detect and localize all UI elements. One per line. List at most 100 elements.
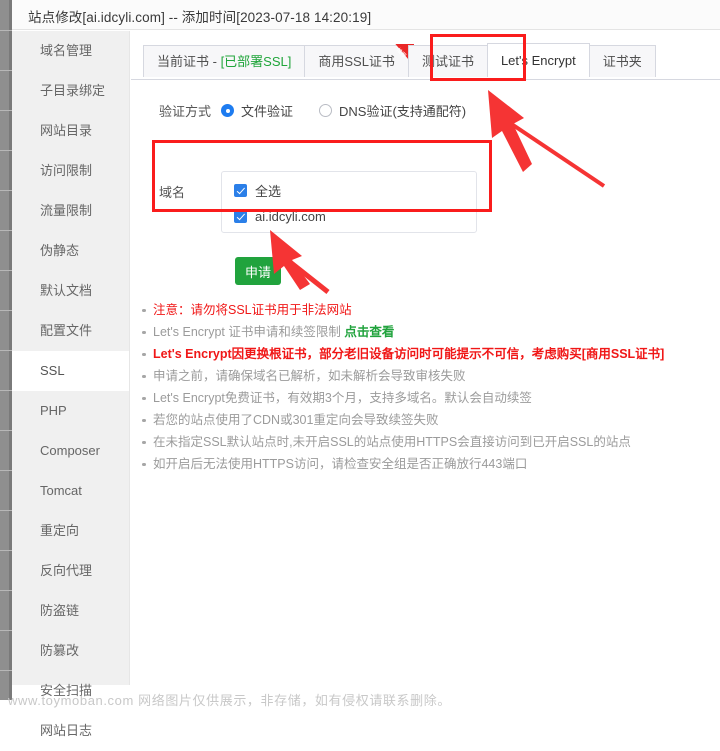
tab-label: 商用SSL证书 xyxy=(318,54,395,69)
strip-line xyxy=(0,350,12,351)
radio-icon[interactable] xyxy=(319,104,333,117)
note-item-3: 申请之前，请确保域名已解析，如未解析会导致审核失败 xyxy=(135,365,715,387)
sidebar-item-9[interactable]: PHP xyxy=(12,391,129,431)
sidebar-item-12[interactable]: 重定向 xyxy=(12,511,129,551)
strip-line xyxy=(0,590,12,591)
notes-list: 注意：请勿将SSL证书用于非法网站 Let's Encrypt 证书申请和续签限制… xyxy=(135,299,715,475)
domain-checkbox-0[interactable]: 全选 xyxy=(234,181,476,200)
strip-line xyxy=(0,470,12,471)
sidebar-item-5[interactable]: 伪静态 xyxy=(12,231,129,271)
watermark: www.toymoban.com 网络图片仅供展示，非存储，如有侵权请联系删除。 xyxy=(8,693,451,708)
radio-icon[interactable] xyxy=(221,104,234,117)
strip-line xyxy=(0,190,12,191)
checkbox-icon[interactable] xyxy=(234,184,247,197)
radio-label: 文件验证 xyxy=(241,104,294,119)
tab-label: 测试证书 xyxy=(421,54,474,69)
note-text: Let's Encrypt免费证书，有效期3个月，支持多域名。默认会自动续签 xyxy=(153,391,532,405)
tab-0[interactable]: 当前证书 - [已部署SSL] xyxy=(143,45,306,77)
tab-label: 当前证书 - xyxy=(157,54,221,69)
sidebar-item-label: 防盗链 xyxy=(40,603,80,618)
sidebar-item-4[interactable]: 流量限制 xyxy=(12,191,129,231)
background-page-strip xyxy=(0,0,12,713)
note-item-0: 注意：请勿将SSL证书用于非法网站 xyxy=(135,299,715,321)
strip-line xyxy=(0,230,12,231)
sidebar-item-13[interactable]: 反向代理 xyxy=(12,551,129,591)
note-link[interactable]: 点击查看 xyxy=(344,325,394,339)
note-item-5: 若您的站点使用了CDN或301重定向会导致续签失败 xyxy=(135,409,715,431)
strip-line xyxy=(0,270,12,271)
sidebar-item-label: 防篡改 xyxy=(40,643,80,658)
strip-line xyxy=(0,430,12,431)
note-item-6: 在未指定SSL默认站点时,未开启SSL的站点使用HTTPS会直接访问到已开启SS… xyxy=(135,431,715,453)
tab-status-suffix: [已部署SSL] xyxy=(220,54,292,69)
sidebar-item-label: Tomcat xyxy=(40,483,82,498)
sidebar-item-10[interactable]: Composer xyxy=(12,431,129,471)
note-text: 申请之前，请确保域名已解析，如未解析会导致审核失败 xyxy=(153,369,466,383)
sidebar-item-8[interactable]: SSL xyxy=(12,351,129,391)
sidebar-item-15[interactable]: 防篡改 xyxy=(12,631,129,671)
tabs-underline xyxy=(131,79,720,80)
strip-line xyxy=(0,70,12,71)
verify-method-row: 验证方式 文件验证 DNS验证(支持通配符) xyxy=(159,101,492,120)
strip-line xyxy=(0,510,12,511)
sidebar-item-label: Composer xyxy=(40,443,100,458)
sidebar-item-label: 流量限制 xyxy=(40,203,93,218)
tab-label: 证书夹 xyxy=(602,54,642,69)
sidebar-item-0[interactable]: 域名管理 xyxy=(12,31,129,71)
note-text: Let's Encrypt因更换根证书，部分老旧设备访问时可能提示不可信，考虑购… xyxy=(153,347,665,361)
strip-line xyxy=(0,110,12,111)
note-item-4: Let's Encrypt免费证书，有效期3个月，支持多域名。默认会自动续签 xyxy=(135,387,715,409)
strip-line xyxy=(0,390,12,391)
sidebar-item-label: 默认文档 xyxy=(40,283,93,298)
note-text: 注意：请勿将SSL证书用于非法网站 xyxy=(153,303,352,317)
sidebar-item-14[interactable]: 防盗链 xyxy=(12,591,129,631)
sidebar-item-label: 网站目录 xyxy=(40,123,93,138)
tab-4[interactable]: 证书夹 xyxy=(588,45,656,77)
checkbox-label: 全选 xyxy=(255,184,282,199)
strip-line xyxy=(0,630,12,631)
note-text: 在未指定SSL默认站点时,未开启SSL的站点使用HTTPS会直接访问到已开启SS… xyxy=(153,435,631,449)
strip-line xyxy=(0,310,12,311)
note-item-2: Let's Encrypt因更换根证书，部分老旧设备访问时可能提示不可信，考虑购… xyxy=(135,343,715,365)
tab-3[interactable]: Let's Encrypt xyxy=(486,43,590,77)
tab-1[interactable]: 商用SSL证书 推荐 xyxy=(304,44,414,77)
checkbox-icon[interactable] xyxy=(234,210,247,223)
sidebar-item-1[interactable]: 子目录绑定 xyxy=(12,71,129,111)
sidebar-item-3[interactable]: 访问限制 xyxy=(12,151,129,191)
note-text: Let's Encrypt 证书申请和续签限制 xyxy=(153,325,345,339)
sidebar-item-2[interactable]: 网站目录 xyxy=(12,111,129,151)
verify-radio-0[interactable]: 文件验证 xyxy=(221,101,293,120)
verify-radio-1[interactable]: DNS验证(支持通配符) xyxy=(319,101,466,120)
sidebar-item-label: PHP xyxy=(40,403,67,418)
domain-checkbox-group: 全选 ai.idcyli.com xyxy=(221,171,477,233)
page-title: 站点修改[ai.idcyli.com] -- 添加时间[2023-07-18 1… xyxy=(28,10,372,25)
tab-2[interactable]: 测试证书 xyxy=(407,45,488,77)
sidebar-item-label: 网站日志 xyxy=(40,723,93,738)
settings-sidebar: 域名管理子目录绑定网站目录访问限制流量限制伪静态默认文档配置文件 SSL PHP Co… xyxy=(12,31,130,738)
sidebar-item-label: 访问限制 xyxy=(40,163,93,178)
main-panel: 当前证书 - [已部署SSL] 商用SSL证书 推荐 测试证书 Let's Encryp… xyxy=(131,31,720,685)
note-item-1: Let's Encrypt 证书申请和续签限制 点击查看 xyxy=(135,321,715,343)
sidebar-item-17[interactable]: 网站日志 xyxy=(12,711,129,751)
strip-line xyxy=(0,150,12,151)
sidebar-item-11[interactable]: Tomcat xyxy=(12,471,129,511)
note-text: 如开启后无法使用HTTPS访问，请检查安全组是否正确放行443端口 xyxy=(153,457,528,471)
dialog-titlebar: 站点修改[ai.idcyli.com] -- 添加时间[2023-07-18 1… xyxy=(12,0,720,30)
sidebar-item-label: 子目录绑定 xyxy=(40,83,106,98)
domain-checkbox-1[interactable]: ai.idcyli.com xyxy=(234,209,476,224)
note-text: 若您的站点使用了CDN或301重定向会导致续签失败 xyxy=(153,413,439,427)
sidebar-item-7[interactable]: 配置文件 xyxy=(12,311,129,351)
apply-button[interactable]: 申请 xyxy=(235,257,281,285)
sidebar-item-label: 域名管理 xyxy=(40,43,93,58)
strip-line xyxy=(0,550,12,551)
note-item-7: 如开启后无法使用HTTPS访问，请检查安全组是否正确放行443端口 xyxy=(135,453,715,475)
domain-label: 域名 xyxy=(159,185,186,200)
verify-method-label: 验证方式 xyxy=(159,104,212,119)
strip-line xyxy=(0,30,12,31)
sidebar-item-6[interactable]: 默认文档 xyxy=(12,271,129,311)
verify-method-options: 文件验证 DNS验证(支持通配符) xyxy=(221,101,492,120)
domain-row: 域名 全选 ai.idcyli.com xyxy=(159,171,477,233)
checkbox-label: ai.idcyli.com xyxy=(255,209,326,224)
sidebar-item-label: 反向代理 xyxy=(40,563,93,578)
tab-label: Let's Encrypt xyxy=(500,53,576,68)
